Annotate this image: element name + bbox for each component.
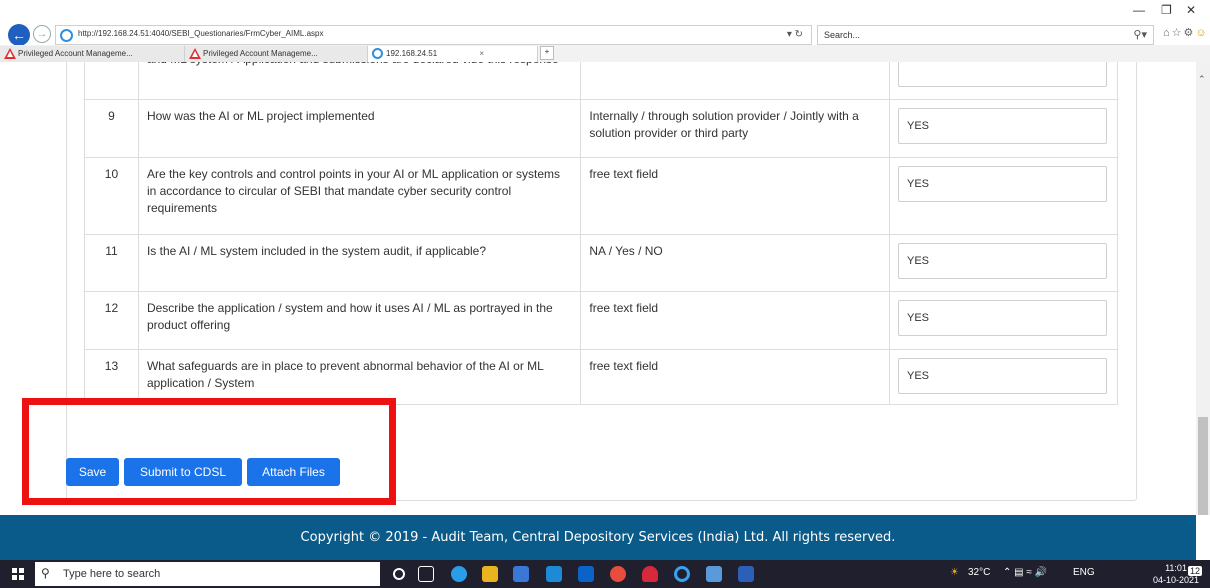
mail-icon[interactable] [546,566,562,582]
refresh-icon[interactable]: ▾ ↻ [787,29,803,40]
shield-icon[interactable] [642,566,658,582]
word-icon[interactable] [738,566,754,582]
store-icon[interactable] [513,566,529,582]
close-tab-icon[interactable]: × [479,49,484,58]
question-text: and ML system / Application and submissi… [137,62,582,100]
answer-cell: YES [888,349,1119,405]
answer-options [580,62,890,100]
question-number [84,62,139,100]
tab-pam-2[interactable]: Privileged Account Manageme... [185,46,368,62]
answer-input[interactable]: YES [897,166,1107,202]
chrome-icon[interactable] [610,566,626,582]
tab-pam-1[interactable]: Privileged Account Manageme... [0,46,185,62]
favorites-icon[interactable]: ☆ [1172,27,1184,39]
taskbar-search[interactable]: ⚲ Type here to search [35,562,380,586]
question-text: Describe the application / system and ho… [137,291,582,350]
taskbar-search-placeholder: Type here to search [63,568,161,580]
tab-label: Privileged Account Manageme... [18,49,133,58]
table-row: and ML system / Application and submissi… [84,62,1119,100]
address-url: http://192.168.24.51:4040/SEBI_Questiona… [78,29,324,38]
answer-input[interactable] [897,62,1107,87]
scrollbar-thumb[interactable] [1198,417,1208,515]
warning-icon [189,48,201,59]
ie-logo-icon [372,48,383,59]
answer-cell: YES [888,157,1119,235]
address-bar[interactable]: http://192.168.24.51:4040/SEBI_Questiona… [55,25,812,45]
tab-label: 192.168.24.51 [386,49,438,58]
answer-options: Internally / through solution provider /… [580,99,890,158]
answer-options: free text field [580,349,890,405]
question-number: 9 [84,99,139,158]
taskbar: ⚲ Type here to search ☀ 32°C ⌃ ▤ ≈ 🔊 ENG… [0,560,1210,588]
highlight-box [22,398,396,505]
tray-icons[interactable]: ⌃ ▤ ≈ 🔊 [1003,567,1047,578]
outlook-icon[interactable] [578,566,594,582]
answer-options: free text field [580,291,890,350]
cortana-icon[interactable] [393,568,405,580]
windows-start-icon[interactable] [12,568,24,580]
edge-icon[interactable] [451,566,467,582]
smiley-icon[interactable]: ☺ [1195,27,1208,39]
home-icon[interactable]: ⌂ [1163,27,1172,39]
question-text: Are the key controls and control points … [137,157,582,235]
notification-badge[interactable]: 12 [1188,566,1203,576]
answer-input[interactable]: YES [897,358,1107,394]
tab-active-site[interactable]: 192.168.24.51 × [368,46,538,62]
answer-cell [888,62,1119,100]
answer-input[interactable]: YES [897,108,1107,144]
browser-search-placeholder: Search... [824,30,861,40]
answer-cell: YES [888,291,1119,350]
browser-search-box[interactable]: Search... ⚲▾ [817,25,1154,45]
toolbar-icons: ⌂☆⚙☺ [1163,26,1209,39]
back-button[interactable]: ← [8,24,30,46]
new-tab-button[interactable]: + [540,46,554,60]
internet-explorer-icon[interactable] [674,566,690,582]
table-row: 13 What safeguards are in place to preven… [84,349,1119,405]
search-icon: ⚲ [41,566,50,580]
table-row: 11 Is the AI / ML system included in the … [84,234,1119,292]
question-text: What safeguards are in place to prevent … [137,349,582,405]
answer-options: free text field [580,157,890,235]
restore-icon[interactable]: ❐ [1161,3,1172,17]
answer-input[interactable]: YES [897,300,1107,336]
page-scrollbar[interactable]: ⌃ [1196,62,1210,515]
tab-bar: Privileged Account Manageme... Privilege… [0,45,1210,62]
answer-options: NA / Yes / NO [580,234,890,292]
search-icon[interactable]: ⚲▾ [1133,28,1147,41]
question-number: 12 [84,291,139,350]
language-indicator[interactable]: ENG [1073,567,1095,578]
remote-desktop-icon[interactable] [706,566,722,582]
questionnaire-table: and ML system / Application and submissi… [84,62,1119,405]
question-number: 13 [84,349,139,405]
weather-icon[interactable]: ☀ [950,567,959,578]
warning-icon [4,48,16,59]
answer-input[interactable]: YES [897,243,1107,279]
forward-button[interactable]: → [33,25,51,43]
answer-cell: YES [888,234,1119,292]
tab-label: Privileged Account Manageme... [203,49,318,58]
file-explorer-icon[interactable] [482,566,498,582]
table-row: 10 Are the key controls and control point… [84,157,1119,235]
question-number: 10 [84,157,139,235]
ie-logo-icon [60,29,73,42]
weather-temp[interactable]: 32°C [968,567,990,578]
question-number: 11 [84,234,139,292]
question-text: How was the AI or ML project implemented [137,99,582,158]
table-row: 9 How was the AI or ML project implemente… [84,99,1119,158]
page-footer: Copyright © 2019 - Audit Team, Central D… [0,515,1196,560]
close-window-icon[interactable]: ✕ [1186,3,1196,17]
answer-cell: YES [888,99,1119,158]
question-text: Is the AI / ML system included in the sy… [137,234,582,292]
table-row: 12 Describe the application / system and … [84,291,1119,350]
scroll-up-icon[interactable]: ⌃ [1198,74,1206,85]
gear-icon[interactable]: ⚙ [1184,27,1196,39]
browser-chrome: — ❐ ✕ ← → http://192.168.24.51:4040/SEBI… [0,0,1210,62]
minimize-icon[interactable]: — [1133,3,1145,17]
task-view-icon[interactable] [418,566,434,582]
